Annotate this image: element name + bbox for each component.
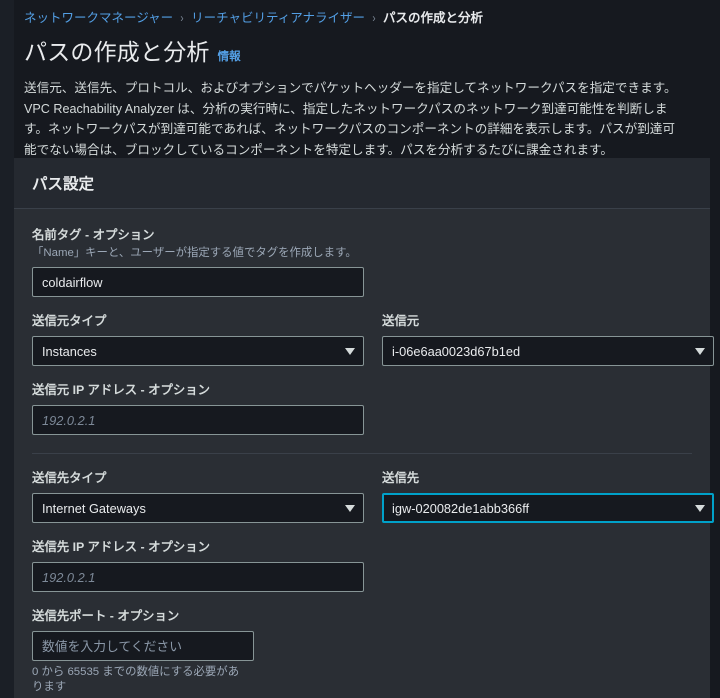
source-type-label: 送信元タイプ bbox=[32, 314, 107, 328]
breadcrumb-separator-icon: › bbox=[372, 11, 376, 25]
source-label: 送信元 bbox=[382, 314, 420, 328]
page-content: ネットワークマネージャー › リーチャビリティアナライザー › パスの作成と分析… bbox=[14, 0, 720, 698]
field-name-tag: 名前タグ - オプション 「Name」キーと、ユーザーが指定する値でタグを作成し… bbox=[32, 227, 692, 297]
destination-label: 送信先 bbox=[382, 471, 420, 485]
destination-row: 送信先タイプ Internet Gateways 送信先 igw-020082d… bbox=[32, 470, 714, 523]
card-header: パス設定 bbox=[14, 158, 710, 209]
source-ip-input[interactable] bbox=[32, 405, 364, 435]
destination-value: igw-020082de1abb366ff bbox=[392, 500, 530, 516]
source-type-select[interactable]: Instances bbox=[32, 336, 364, 366]
field-destination-type: 送信先タイプ Internet Gateways bbox=[32, 470, 364, 523]
destination-type-select[interactable]: Internet Gateways bbox=[32, 493, 364, 523]
breadcrumb: ネットワークマネージャー › リーチャビリティアナライザー › パスの作成と分析 bbox=[14, 0, 720, 27]
field-destination-port: 送信先ポート - オプション 0 から 65535 までの数値にする必要がありま… bbox=[32, 608, 692, 695]
field-destination: 送信先 igw-020082de1abb366ff bbox=[382, 470, 714, 523]
source-value: i-06e6aa0023d67b1ed bbox=[392, 343, 521, 359]
field-destination-ip: 送信先 IP アドレス - オプション bbox=[32, 539, 692, 592]
destination-ip-input[interactable] bbox=[32, 562, 364, 592]
chevron-down-icon bbox=[695, 504, 705, 512]
destination-select[interactable]: igw-020082de1abb366ff bbox=[382, 493, 714, 523]
field-source: 送信元 i-06e6aa0023d67b1ed bbox=[382, 313, 714, 366]
destination-port-hint: 0 から 65535 までの数値にする必要があります bbox=[32, 666, 240, 693]
chevron-down-icon bbox=[345, 504, 355, 512]
card-body: 名前タグ - オプション 「Name」キーと、ユーザーが指定する値でタグを作成し… bbox=[14, 209, 714, 698]
page-title: パスの作成と分析 bbox=[24, 39, 210, 65]
page-description-text: 送信元、送信先、プロトコル、およびオプションでパケットヘッダーを指定してネットワ… bbox=[24, 81, 677, 157]
breadcrumb-separator-icon: › bbox=[180, 11, 184, 25]
source-type-value: Instances bbox=[42, 343, 97, 359]
page-root: ネットワークマネージャー › リーチャビリティアナライザー › パスの作成と分析… bbox=[0, 0, 720, 698]
source-row: 送信元タイプ Instances 送信元 i-06e6aa0023d67b1ed bbox=[32, 313, 714, 366]
field-source-ip: 送信元 IP アドレス - オプション bbox=[32, 382, 692, 435]
destination-ip-label: 送信先 IP アドレス - オプション bbox=[32, 540, 211, 554]
path-settings-card: パス設定 名前タグ - オプション 「Name」キーと、ユーザーが指定する値でタ… bbox=[14, 158, 714, 698]
field-source-type: 送信元タイプ Instances bbox=[32, 313, 364, 366]
name-tag-hint: 「Name」キーと、ユーザーが指定する値でタグを作成します。 bbox=[32, 247, 357, 259]
breadcrumb-item-current: パスの作成と分析 bbox=[383, 11, 484, 25]
info-link[interactable]: 情報 bbox=[218, 48, 241, 64]
name-tag-label: 名前タグ - オプション bbox=[32, 228, 155, 242]
breadcrumb-item-reachability-analyzer[interactable]: リーチャビリティアナライザー bbox=[191, 10, 365, 27]
page-title-row: パスの作成と分析 情報 bbox=[14, 27, 720, 67]
chevron-down-icon bbox=[345, 347, 355, 355]
destination-port-input[interactable] bbox=[32, 631, 254, 661]
source-ip-label: 送信元 IP アドレス - オプション bbox=[32, 383, 211, 397]
chevron-down-icon bbox=[695, 347, 705, 355]
destination-type-value: Internet Gateways bbox=[42, 500, 146, 516]
source-select[interactable]: i-06e6aa0023d67b1ed bbox=[382, 336, 714, 366]
name-tag-input[interactable] bbox=[32, 267, 364, 297]
breadcrumb-item-network-manager[interactable]: ネットワークマネージャー bbox=[24, 10, 173, 27]
left-rail bbox=[0, 0, 14, 698]
destination-type-label: 送信先タイプ bbox=[32, 471, 107, 485]
section-divider bbox=[32, 453, 692, 454]
card-title: パス設定 bbox=[32, 176, 95, 193]
destination-port-label: 送信先ポート - オプション bbox=[32, 609, 180, 623]
